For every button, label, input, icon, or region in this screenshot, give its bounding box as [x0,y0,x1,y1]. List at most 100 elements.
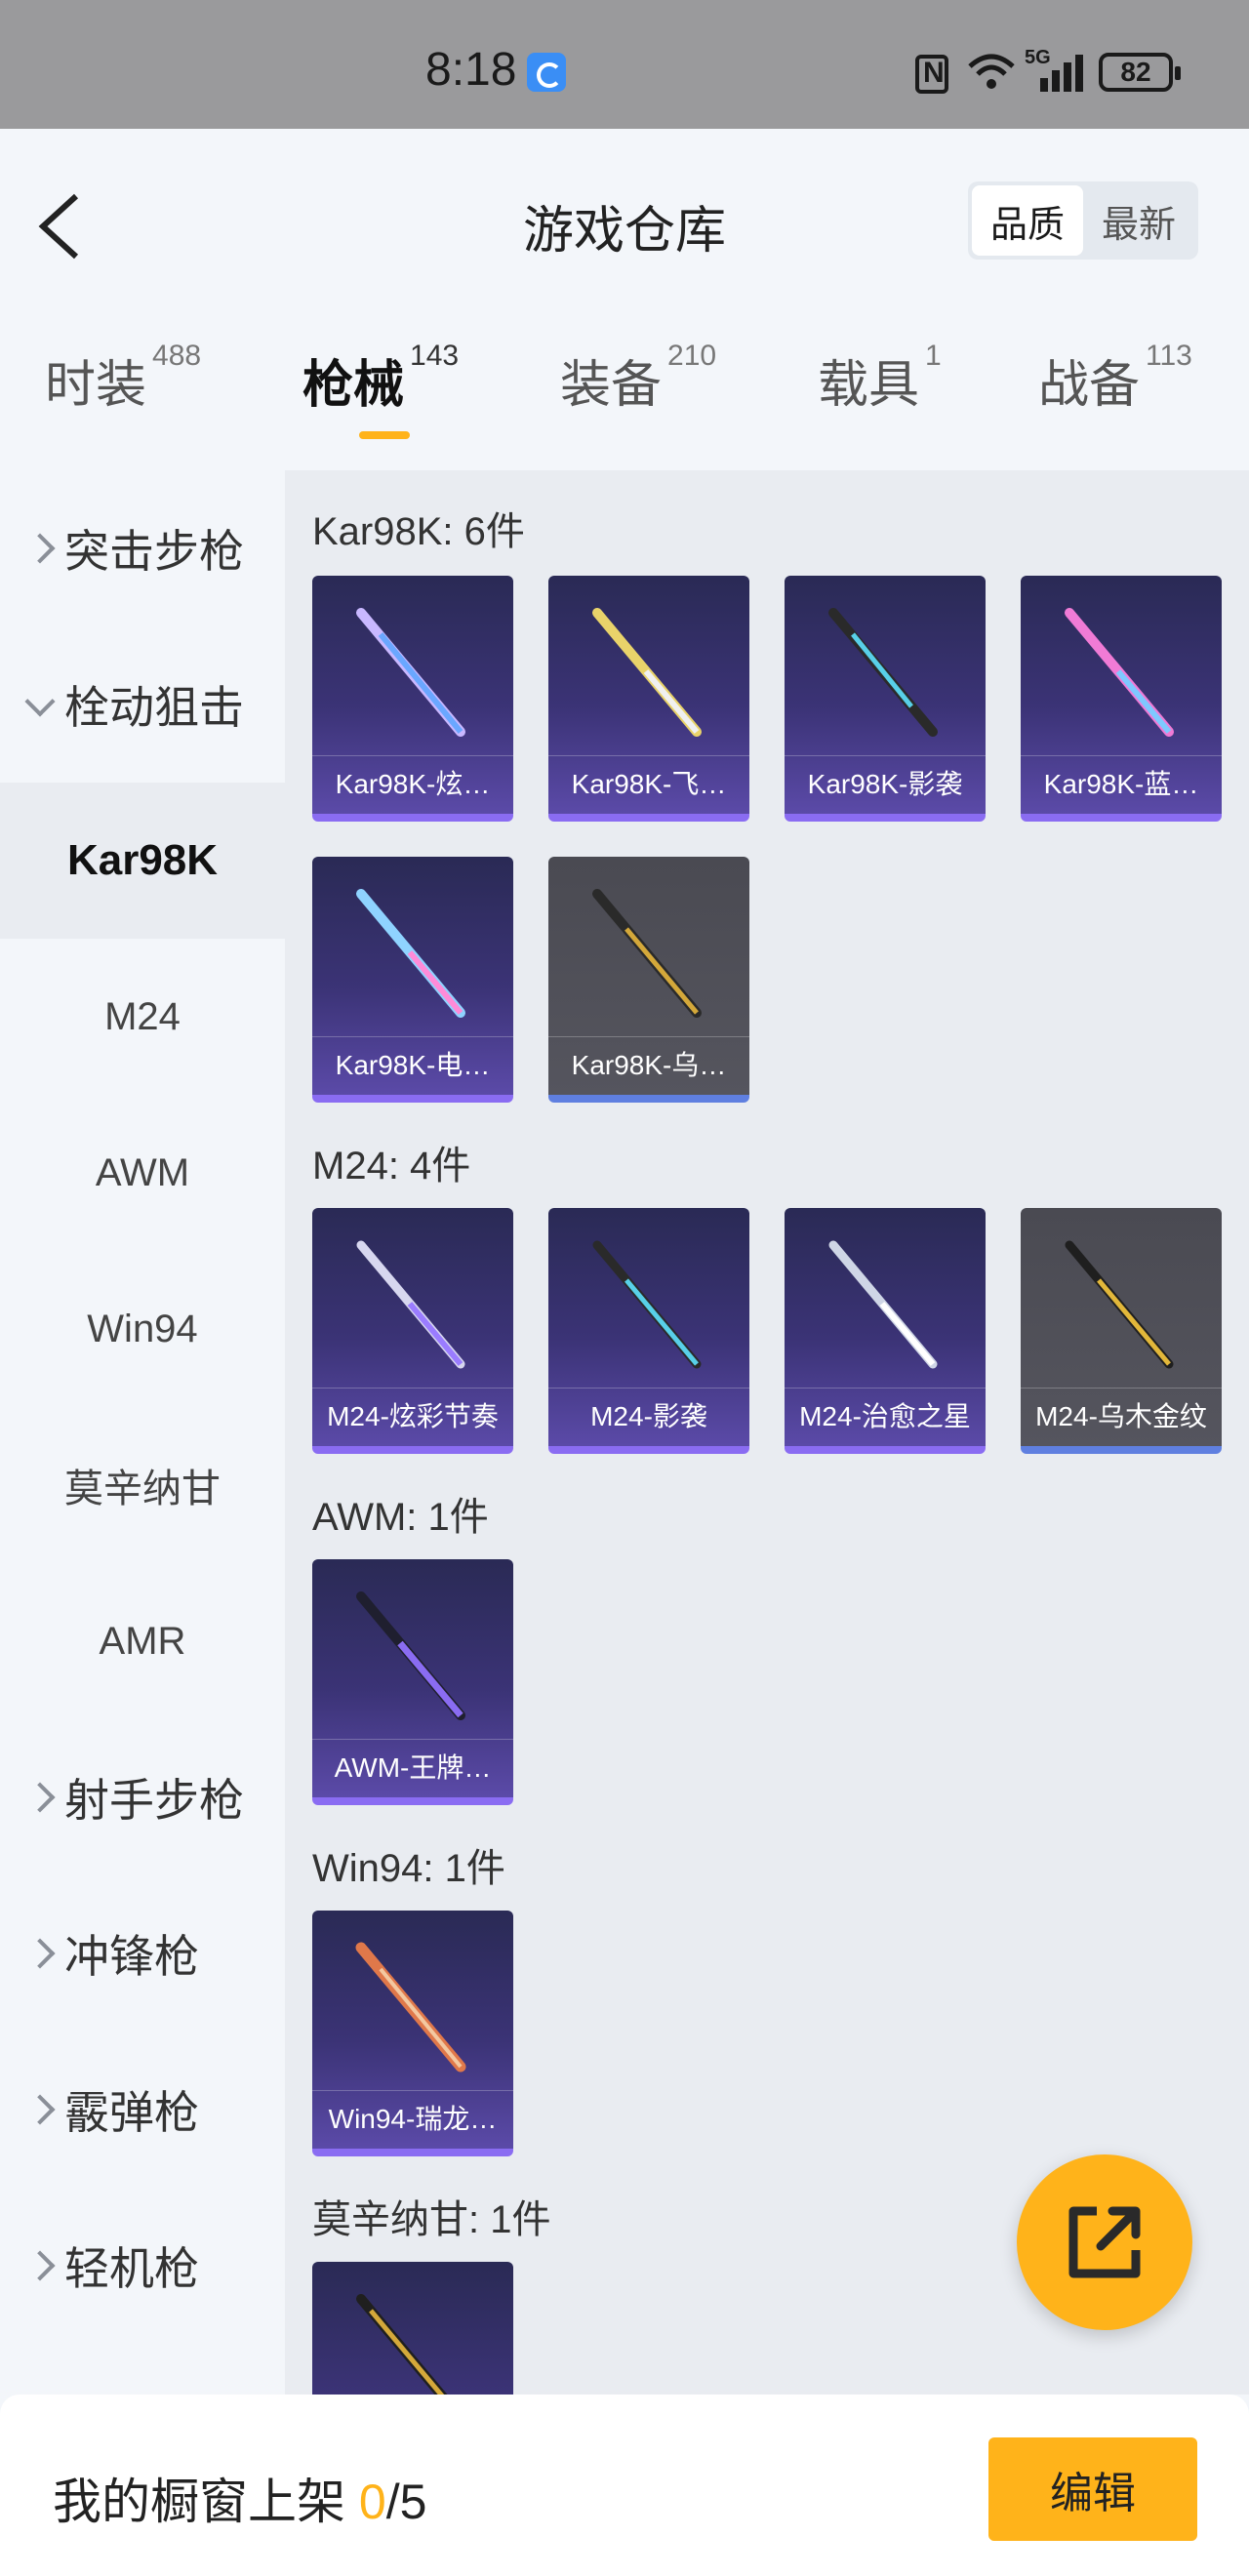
sidebar-item-label: Win94 [87,1307,198,1350]
weapon-card-name: Kar98K-飞… [548,755,749,814]
wifi-icon [968,54,1015,89]
sidebar-subitem-m24[interactable]: M24 [0,939,285,1095]
chevron-right-icon [24,1938,56,1969]
showcase-status: 我的橱窗上架 0/5 [53,2463,426,2533]
weapon-card-name: Kar98K-蓝… [1021,755,1222,814]
sidebar-item-label: AMR [99,1619,186,1663]
weapon-card[interactable]: M24-影袭 [548,1208,749,1454]
rifle-icon [356,2294,448,2395]
chevron-right-icon [24,2094,56,2125]
sidebar-subitem-amr[interactable]: AMR [0,1563,285,1719]
sidebar-item-label: 冲锋枪 [64,1931,199,1982]
app-notification-icon [527,53,566,92]
weapon-card-name: Kar98K-影袭 [785,755,986,814]
weapon-card[interactable]: M24-炫彩节奏 [312,1208,513,1454]
signal-icon [1040,55,1083,92]
rifle-icon [828,608,938,737]
tab-label: 装备 [560,357,663,414]
weapon-card-name: M24-炫彩节奏 [312,1388,513,1446]
weapon-card-name: AWM-王牌… [312,1739,513,1797]
category-tabs: 时装488 枪械143 装备210 载具1 战备113 [0,340,1249,461]
chevron-down-icon [24,686,56,717]
sidebar-item-label: AWM [95,1150,190,1194]
section-title: Kar98K: 6件 [312,510,525,553]
nfc-icon [915,55,948,94]
sidebar-item-bolt-sniper[interactable]: 栓动狙击 [0,626,285,783]
tab-vehicles[interactable]: 载具1 [818,340,942,451]
rifle-icon [1065,1240,1174,1369]
rifle-icon [592,1240,702,1369]
rifle-icon [592,889,702,1018]
weapon-card-name: Kar98K-电… [312,1036,513,1095]
sidebar-item-label: 射手步枪 [64,1775,244,1826]
sort-quality-button[interactable]: 品质 [972,185,1083,256]
tab-count: 1 [925,340,942,372]
weapon-card[interactable]: Kar98K-蓝… [1021,576,1222,822]
status-time: 8:18 [425,44,517,96]
chevron-right-icon [24,533,56,564]
sidebar-item-label: 霰弹枪 [64,2087,199,2138]
share-fab-button[interactable] [1017,2154,1192,2330]
weapon-category-sidebar: 突击步枪 栓动狙击 Kar98K M24 AWM Win94 莫辛纳甘 AMR … [0,470,285,2395]
rifle-icon [356,1240,465,1369]
rifle-icon [1065,608,1174,737]
tab-label: 载具 [818,357,920,414]
sidebar-item-label: 栓动狙击 [64,682,244,733]
sidebar-subitem-mosin[interactable]: 莫辛纳甘 [0,1407,285,1563]
sidebar-subitem-awm[interactable]: AWM [0,1095,285,1251]
edit-button[interactable]: 编辑 [988,2437,1197,2541]
tab-label: 时装 [45,357,147,414]
sidebar-item-shotgun[interactable]: 霰弹枪 [0,2032,285,2188]
rifle-icon [356,889,465,1018]
tab-fashion[interactable]: 时装488 [45,340,201,451]
weapon-card[interactable]: AWM-王牌… [312,1559,513,1805]
section-title: Win94: 1件 [312,1847,505,1890]
header: 游戏仓库 品质 最新 时装488 枪械143 装备210 载具1 战备113 [0,129,1249,461]
sidebar-item-smg[interactable]: 冲锋枪 [0,1875,285,2032]
sidebar-item-label: 莫辛纳甘 [64,1468,221,1510]
weapon-card[interactable]: Kar98K-电… [312,857,513,1103]
weapon-card-name: Win94-瑞龙… [312,2090,513,2149]
tab-count: 113 [1146,340,1192,372]
section-title: 莫辛纳甘: 1件 [312,2198,551,2241]
weapon-card[interactable]: Kar98K-炫… [312,576,513,822]
sidebar-subitem-kar98k[interactable]: Kar98K [0,783,285,939]
rifle-icon [828,1240,938,1369]
section-title: M24: 4件 [312,1145,471,1187]
tab-label: 战备 [1038,357,1141,414]
active-tab-indicator [359,431,410,439]
weapon-card-name: M24-乌木金纹 [1021,1388,1222,1446]
weapon-card-name: Kar98K-炫… [312,755,513,814]
showcase-total: /5 [385,2475,427,2529]
rifle-icon [356,608,465,737]
status-bar: 8:18 5G 82 [0,0,1249,129]
tab-label: 枪械 [302,357,405,414]
weapon-card[interactable]: Kar98K-乌… [548,857,749,1103]
weapon-card[interactable]: Kar98K-影袭 [785,576,986,822]
weapon-grid: Kar98K: 6件 Kar98K-炫… Kar98K-飞… Kar98K-影袭… [285,470,1249,2395]
sidebar-item-lmg[interactable]: 轻机枪 [0,2188,285,2344]
weapon-card[interactable]: M24-乌木金纹 [1021,1208,1222,1454]
weapon-card[interactable] [312,2262,513,2395]
tab-supplies[interactable]: 战备113 [1038,340,1192,451]
rifle-icon [592,608,702,737]
sort-latest-button[interactable]: 最新 [1083,185,1194,256]
section-title: AWM: 1件 [312,1496,489,1539]
weapon-card[interactable]: Win94-瑞龙… [312,1911,513,2156]
weapon-card[interactable]: M24-治愈之星 [785,1208,986,1454]
sidebar-item-label: M24 [104,994,181,1038]
sidebar-item-label: Kar98K [66,836,219,884]
bottom-bar: 我的橱窗上架 0/5 编辑 [0,2395,1249,2576]
tab-equipment[interactable]: 装备210 [560,340,716,451]
sidebar-item-assault-rifle[interactable]: 突击步枪 [0,470,285,626]
chevron-right-icon [24,1782,56,1813]
showcase-label: 我的橱窗上架 [53,2475,359,2529]
weapon-card[interactable]: Kar98K-飞… [548,576,749,822]
tab-count: 143 [410,340,460,372]
rifle-icon [355,1942,466,2073]
sort-toggle: 品质 最新 [968,181,1198,260]
sidebar-item-marksman-rifle[interactable]: 射手步枪 [0,1719,285,1875]
sidebar-subitem-win94[interactable]: Win94 [0,1251,285,1407]
showcase-current-count: 0 [358,2475,386,2529]
rifle-icon [356,1591,465,1720]
